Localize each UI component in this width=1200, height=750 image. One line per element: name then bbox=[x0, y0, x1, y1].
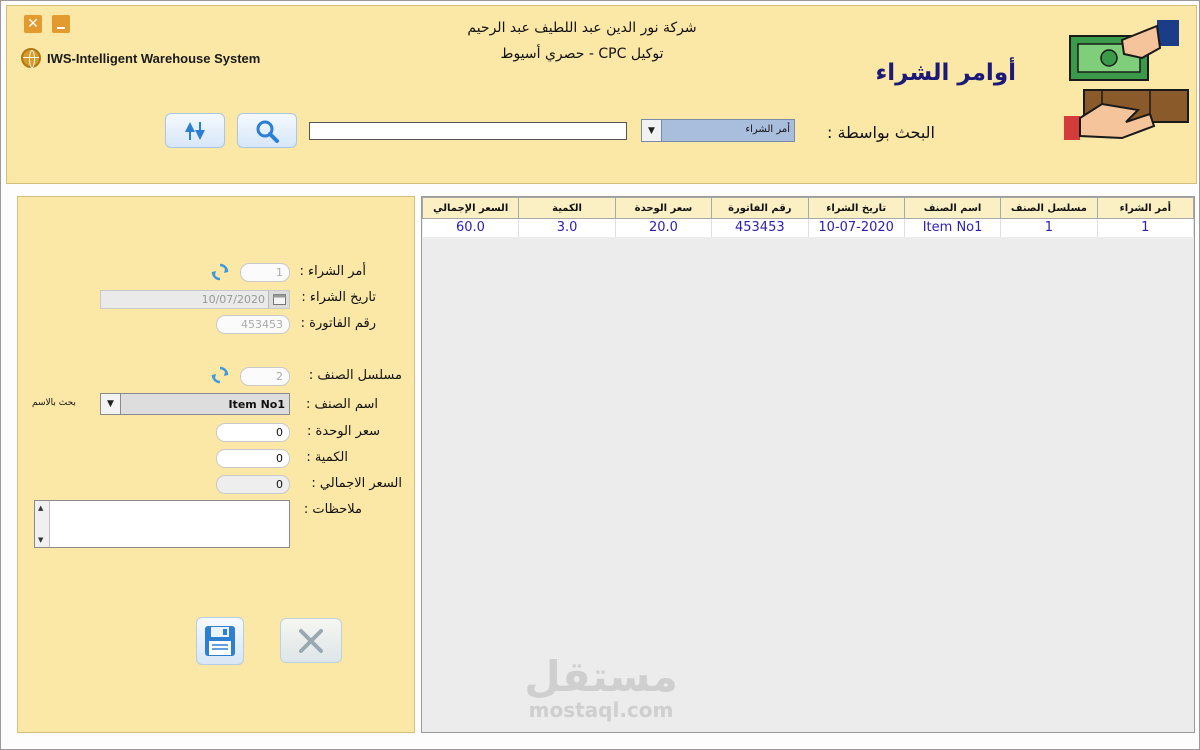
cell-po[interactable]: 1 bbox=[1097, 218, 1195, 237]
calendar-icon bbox=[272, 294, 286, 305]
company-name: شركة نور الدين عبد اللطيف عبد الرحيم bbox=[467, 20, 697, 36]
cell-unit-price[interactable]: 20.0 bbox=[615, 218, 713, 237]
column-header[interactable]: سعر الوحدة bbox=[614, 197, 713, 219]
quantity-field[interactable]: 0 bbox=[216, 449, 290, 468]
cell-total-price[interactable]: 60.0 bbox=[422, 218, 520, 237]
orders-table: أمر الشراء مسلسل الصنف اسم الصنف تاريخ ا… bbox=[421, 197, 1195, 237]
search-by-label: البحث بواسطة : bbox=[826, 123, 935, 142]
watermark-latin: mostaql.com bbox=[528, 698, 674, 722]
search-by-select[interactable]: ▼ أمر الشراء bbox=[641, 119, 795, 142]
app-window: ✕ IWS-Intelligent Warehouse System شركة … bbox=[0, 0, 1200, 750]
system-name-text: IWS-Intelligent Warehouse System bbox=[47, 50, 261, 66]
notes-scrollbar[interactable]: ▲ ▼ bbox=[35, 501, 50, 547]
cell-purchase-date[interactable]: 10-07-2020 bbox=[808, 218, 905, 237]
table-header-row: أمر الشراء مسلسل الصنف اسم الصنف تاريخ ا… bbox=[421, 197, 1195, 219]
notes-label: ملاحظات : bbox=[303, 502, 362, 517]
globe-icon bbox=[21, 48, 41, 68]
quantity-label: الكمية : bbox=[306, 450, 348, 465]
search-by-name-button[interactable]: بحث بالاسم bbox=[32, 398, 76, 408]
total-price-label: السعر الاجمالي : bbox=[311, 476, 402, 491]
minimize-icon bbox=[57, 27, 65, 29]
cancel-x-icon bbox=[299, 628, 323, 653]
unit-price-field[interactable]: 0 bbox=[216, 423, 290, 442]
chevron-down-icon[interactable]: ▼ bbox=[642, 120, 662, 141]
watermark-arabic: مستقل bbox=[524, 652, 678, 701]
company-agency: توكيل CPC - حصري أسيوط bbox=[500, 46, 664, 62]
header-panel: ✕ IWS-Intelligent Warehouse System شركة … bbox=[6, 5, 1197, 184]
cell-item-serial[interactable]: 1 bbox=[1000, 218, 1098, 237]
order-form-panel: أمر الشراء : 1 تاريخ الشراء : 10/07/2020… bbox=[17, 196, 415, 733]
save-disk-icon bbox=[205, 626, 235, 656]
invoice-field[interactable]: 453453 bbox=[216, 315, 290, 334]
column-header[interactable]: رقم الفاتورة bbox=[711, 197, 809, 219]
company-info: شركة نور الدين عبد اللطيف عبد الرحيم توك… bbox=[407, 20, 757, 62]
cell-invoice[interactable]: 453453 bbox=[711, 218, 809, 237]
chevron-down-icon[interactable]: ▼ bbox=[101, 394, 121, 414]
refresh-icon[interactable] bbox=[211, 263, 229, 281]
calendar-button[interactable] bbox=[268, 291, 289, 308]
unit-price-label: سعر الوحدة : bbox=[307, 424, 380, 439]
item-serial-label: مسلسل الصنف : bbox=[308, 368, 402, 383]
item-name-label: اسم الصنف : bbox=[305, 397, 378, 412]
cell-item-name[interactable]: Item No1 bbox=[904, 218, 1002, 237]
total-price-field: 0 bbox=[216, 475, 290, 494]
purchase-date-field[interactable]: 10/07/2020 bbox=[100, 290, 290, 309]
invoice-label: رقم الفاتورة : bbox=[300, 316, 376, 331]
item-serial-field[interactable]: 2 bbox=[240, 367, 290, 386]
column-header[interactable]: أمر الشراء bbox=[1096, 197, 1195, 219]
scroll-up-icon[interactable]: ▲ bbox=[38, 504, 43, 512]
refresh-button[interactable] bbox=[165, 113, 225, 148]
purchase-date-label: تاريخ الشراء : bbox=[301, 290, 376, 305]
column-header[interactable]: السعر الإجمالي bbox=[421, 197, 520, 219]
cell-quantity[interactable]: 3.0 bbox=[518, 218, 616, 237]
column-header[interactable]: تاريخ الشراء bbox=[807, 197, 905, 219]
page-title: أوامر الشراء bbox=[875, 60, 1017, 86]
column-header[interactable]: مسلسل الصنف bbox=[1000, 197, 1098, 219]
system-name: IWS-Intelligent Warehouse System bbox=[21, 48, 260, 68]
po-field[interactable]: 1 bbox=[240, 263, 290, 282]
scroll-down-icon[interactable]: ▼ bbox=[38, 536, 43, 544]
minimize-button[interactable] bbox=[52, 15, 70, 33]
search-input[interactable] bbox=[309, 122, 627, 140]
watermark: مستقل mostaql.com bbox=[521, 652, 681, 723]
refresh-icon[interactable] bbox=[211, 366, 229, 384]
po-label: أمر الشراء : bbox=[299, 264, 366, 279]
item-name-select[interactable]: ▼ Item No1 bbox=[100, 393, 290, 415]
cancel-button[interactable] bbox=[280, 618, 342, 663]
column-header[interactable]: الكمية bbox=[518, 197, 616, 219]
close-button[interactable]: ✕ bbox=[24, 15, 42, 33]
column-header[interactable]: اسم الصنف bbox=[903, 197, 1002, 219]
table-row[interactable]: 1 1 Item No1 10-07-2020 453453 20.0 3.0 … bbox=[422, 218, 1195, 237]
purchase-exchange-icon bbox=[1064, 20, 1189, 140]
notes-textarea[interactable]: ▲ ▼ bbox=[34, 500, 290, 548]
search-by-value: أمر الشراء bbox=[745, 124, 790, 135]
item-name-value: Item No1 bbox=[228, 398, 285, 411]
search-icon bbox=[256, 120, 279, 143]
save-button[interactable] bbox=[196, 617, 244, 665]
search-button[interactable] bbox=[237, 113, 297, 148]
refresh-arrows-icon bbox=[185, 121, 205, 140]
